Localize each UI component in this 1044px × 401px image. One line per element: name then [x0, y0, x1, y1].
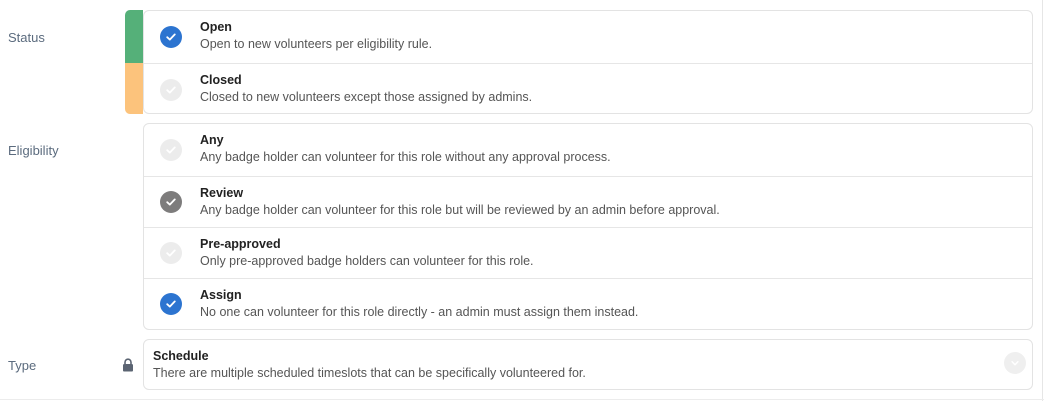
- option-description: Any badge holder can volunteer for this …: [200, 150, 611, 164]
- check-circle-icon: [160, 139, 182, 161]
- status-option-open[interactable]: Open Open to new volunteers per eligibil…: [144, 11, 1032, 63]
- eligibility-option-review[interactable]: Review Any badge holder can volunteer fo…: [144, 176, 1032, 227]
- option-title: Review: [200, 186, 244, 200]
- eligibility-option-assign[interactable]: Assign No one can volunteer for this rol…: [144, 278, 1032, 329]
- status-option-closed[interactable]: Closed Closed to new volunteers except t…: [144, 63, 1032, 113]
- check-circle-icon: [160, 78, 182, 101]
- status-options: Open Open to new volunteers per eligibil…: [143, 10, 1033, 114]
- option-title: Open: [200, 20, 232, 34]
- eligibility-option-pre-approved[interactable]: Pre-approved Only pre-approved badge hol…: [144, 227, 1032, 278]
- option-description: Any badge holder can volunteer for this …: [200, 203, 720, 217]
- option-title: Closed: [200, 73, 242, 87]
- status-label: Status: [8, 30, 45, 45]
- select-title: Schedule: [153, 349, 209, 363]
- chevron-down-icon[interactable]: [1004, 352, 1026, 374]
- right-divider: [1042, 0, 1043, 401]
- option-description: Open to new volunteers per eligibility r…: [200, 37, 433, 51]
- bottom-divider: [0, 399, 1044, 400]
- status-closed-color-bar: [125, 63, 143, 114]
- check-circle-icon: [160, 293, 182, 315]
- eligibility-option-any[interactable]: Any Any badge holder can volunteer for t…: [144, 124, 1032, 176]
- check-circle-icon: [160, 26, 182, 48]
- eligibility-label: Eligibility: [8, 143, 59, 158]
- option-title: Assign: [200, 288, 242, 302]
- status-open-color-bar: [125, 10, 143, 63]
- eligibility-options: Any Any badge holder can volunteer for t…: [143, 123, 1033, 330]
- lock-icon: [122, 358, 134, 372]
- check-circle-icon: [160, 242, 182, 264]
- type-label: Type: [8, 358, 37, 373]
- type-select[interactable]: Schedule There are multiple scheduled ti…: [143, 339, 1033, 390]
- option-description: Only pre-approved badge holders can volu…: [200, 254, 534, 268]
- check-circle-icon: [160, 191, 182, 213]
- option-description: Closed to new volunteers except those as…: [200, 90, 533, 104]
- option-title: Any: [200, 133, 224, 147]
- option-description: No one can volunteer for this role direc…: [200, 305, 639, 319]
- select-description: There are multiple scheduled timeslots t…: [153, 366, 586, 380]
- option-title: Pre-approved: [200, 237, 281, 251]
